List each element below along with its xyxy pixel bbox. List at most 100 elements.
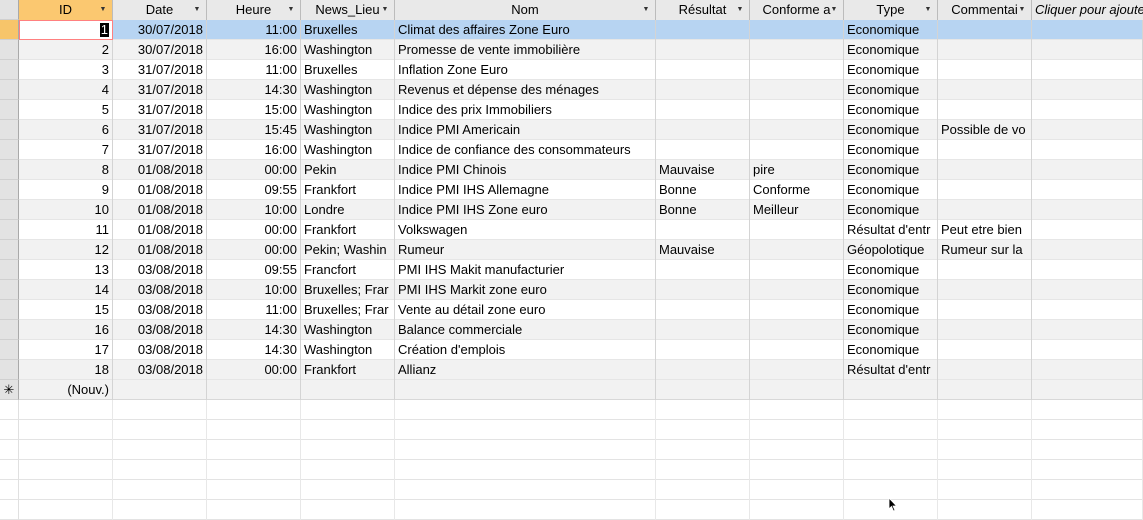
- record-selector[interactable]: [0, 320, 19, 340]
- table-cell-heure[interactable]: 16:00: [207, 140, 301, 160]
- table-cell-commentaire[interactable]: [938, 180, 1032, 200]
- table-row[interactable]: 6 31/07/2018 15:45 Washington Indice PMI Ame…: [0, 120, 1143, 140]
- table-cell-id[interactable]: 2: [19, 40, 113, 60]
- table-cell-date[interactable]: 03/08/2018: [113, 260, 207, 280]
- table-cell-date[interactable]: 31/07/2018: [113, 120, 207, 140]
- table-cell-nom[interactable]: Indice PMI IHS Allemagne: [395, 180, 656, 200]
- table-cell-date[interactable]: 30/07/2018: [113, 40, 207, 60]
- table-cell-commentaire[interactable]: [938, 40, 1032, 60]
- table-cell-conforme[interactable]: [750, 20, 844, 40]
- table-cell-empty[interactable]: [1032, 80, 1143, 100]
- table-cell-date[interactable]: 01/08/2018: [113, 240, 207, 260]
- column-header-type[interactable]: Type ▼: [844, 0, 938, 20]
- table-cell-conforme[interactable]: [750, 300, 844, 320]
- table-cell-type[interactable]: Economique: [844, 280, 938, 300]
- record-selector[interactable]: [0, 200, 19, 220]
- table-cell-resultat[interactable]: [656, 340, 750, 360]
- table-cell-heure[interactable]: 14:30: [207, 340, 301, 360]
- table-cell-type[interactable]: Economique: [844, 180, 938, 200]
- dropdown-arrow-icon[interactable]: ▼: [1016, 4, 1028, 16]
- table-cell-conforme[interactable]: Meilleur: [750, 200, 844, 220]
- dropdown-arrow-icon[interactable]: ▼: [191, 4, 203, 16]
- table-cell-conforme[interactable]: [750, 260, 844, 280]
- table-cell-empty[interactable]: [1032, 40, 1143, 60]
- table-cell-id[interactable]: 3: [19, 60, 113, 80]
- table-cell-empty[interactable]: [1032, 300, 1143, 320]
- dropdown-arrow-icon[interactable]: ▼: [734, 4, 746, 16]
- table-cell-nom[interactable]: Balance commerciale: [395, 320, 656, 340]
- table-row[interactable]: 1 30/07/2018 11:00 Bruxelles Climat des affa…: [0, 20, 1143, 40]
- table-cell-id[interactable]: 16: [19, 320, 113, 340]
- table-row[interactable]: 7 31/07/2018 16:00 Washington Indice de conf…: [0, 140, 1143, 160]
- table-cell-id[interactable]: 1: [19, 20, 113, 40]
- table-cell-heure[interactable]: 10:00: [207, 280, 301, 300]
- table-cell-empty[interactable]: [1032, 100, 1143, 120]
- dropdown-arrow-icon[interactable]: ▼: [640, 4, 652, 16]
- table-cell-commentaire[interactable]: Peut etre bien: [938, 220, 1032, 240]
- column-header-resultat[interactable]: Résultat ▼: [656, 0, 750, 20]
- record-selector[interactable]: [0, 340, 19, 360]
- table-cell-nom[interactable]: Vente au détail zone euro: [395, 300, 656, 320]
- table-cell-resultat[interactable]: [656, 260, 750, 280]
- table-cell-nom[interactable]: Promesse de vente immobilière: [395, 40, 656, 60]
- table-cell-resultat[interactable]: [656, 320, 750, 340]
- table-cell-heure[interactable]: 00:00: [207, 160, 301, 180]
- table-cell-empty[interactable]: [1032, 60, 1143, 80]
- record-selector[interactable]: [0, 300, 19, 320]
- table-cell-nom[interactable]: Allianz: [395, 360, 656, 380]
- table-cell-nom[interactable]: Indice PMI Chinois: [395, 160, 656, 180]
- table-cell-id[interactable]: 9: [19, 180, 113, 200]
- record-selector[interactable]: [0, 60, 19, 80]
- table-cell-conforme[interactable]: [750, 240, 844, 260]
- table-cell-date[interactable]: 30/07/2018: [113, 20, 207, 40]
- table-cell-empty[interactable]: [1032, 380, 1143, 400]
- table-cell-lieu[interactable]: Bruxelles: [301, 20, 395, 40]
- table-cell-heure[interactable]: 00:00: [207, 360, 301, 380]
- table-cell-conforme[interactable]: [750, 100, 844, 120]
- table-cell-type[interactable]: Economique: [844, 60, 938, 80]
- table-cell-empty[interactable]: [301, 380, 395, 400]
- table-cell-resultat[interactable]: [656, 80, 750, 100]
- table-cell-heure[interactable]: 09:55: [207, 260, 301, 280]
- table-cell-lieu[interactable]: Washington: [301, 120, 395, 140]
- record-selector[interactable]: [0, 40, 19, 60]
- new-record-row[interactable]: ✳ (Nouv.): [0, 380, 1143, 400]
- table-row[interactable]: 16 03/08/2018 14:30 Washington Balance comme…: [0, 320, 1143, 340]
- table-cell-conforme[interactable]: [750, 120, 844, 140]
- table-cell-type[interactable]: Résultat d'entr: [844, 220, 938, 240]
- record-selector[interactable]: [0, 160, 19, 180]
- table-cell-nom[interactable]: Indice PMI IHS Zone euro: [395, 200, 656, 220]
- table-cell-lieu[interactable]: Frankfort: [301, 220, 395, 240]
- table-cell-commentaire[interactable]: [938, 280, 1032, 300]
- table-cell-date[interactable]: 03/08/2018: [113, 280, 207, 300]
- dropdown-arrow-icon[interactable]: ▼: [828, 4, 840, 16]
- table-cell-id[interactable]: 18: [19, 360, 113, 380]
- table-cell-id[interactable]: 5: [19, 100, 113, 120]
- dropdown-arrow-icon[interactable]: ▼: [922, 4, 934, 16]
- table-cell-type[interactable]: Résultat d'entr: [844, 360, 938, 380]
- table-cell-lieu[interactable]: Bruxelles; Frar: [301, 280, 395, 300]
- table-cell-nom[interactable]: Inflation Zone Euro: [395, 60, 656, 80]
- table-cell-heure[interactable]: 14:30: [207, 80, 301, 100]
- table-cell-empty[interactable]: [1032, 280, 1143, 300]
- table-cell-conforme[interactable]: [750, 320, 844, 340]
- table-cell-resultat[interactable]: [656, 40, 750, 60]
- table-cell-type[interactable]: Economique: [844, 80, 938, 100]
- table-cell-type[interactable]: Economique: [844, 20, 938, 40]
- table-cell-lieu[interactable]: Washington: [301, 40, 395, 60]
- table-cell-conforme[interactable]: [750, 220, 844, 240]
- table-cell-resultat[interactable]: [656, 300, 750, 320]
- table-cell-id[interactable]: 6: [19, 120, 113, 140]
- table-cell-date[interactable]: 03/08/2018: [113, 320, 207, 340]
- table-cell-commentaire[interactable]: [938, 160, 1032, 180]
- table-cell-commentaire[interactable]: [938, 80, 1032, 100]
- table-row[interactable]: 11 01/08/2018 00:00 Frankfort Volkswagen Résu…: [0, 220, 1143, 240]
- table-row[interactable]: 12 01/08/2018 00:00 Pekin; Washin Rumeur Mauv…: [0, 240, 1143, 260]
- table-cell-type[interactable]: Géopolotique: [844, 240, 938, 260]
- table-cell-heure[interactable]: 15:00: [207, 100, 301, 120]
- record-selector[interactable]: [0, 180, 19, 200]
- table-cell-commentaire[interactable]: [938, 320, 1032, 340]
- table-cell-nom[interactable]: Revenus et dépense des ménages: [395, 80, 656, 100]
- table-cell-date[interactable]: 31/07/2018: [113, 140, 207, 160]
- add-column-header[interactable]: Cliquer pour ajouter: [1032, 0, 1143, 20]
